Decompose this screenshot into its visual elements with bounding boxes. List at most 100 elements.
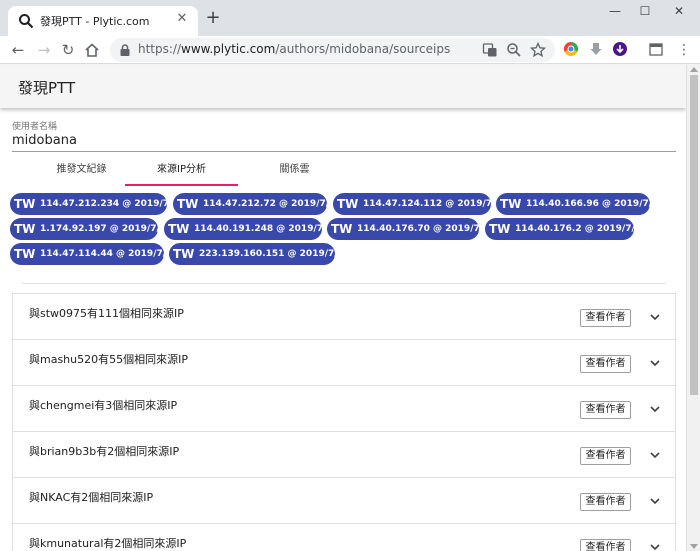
scroll-up-icon[interactable] — [690, 67, 698, 72]
zoom-icon[interactable] — [506, 42, 522, 58]
search-icon — [19, 14, 34, 29]
page-content: 發現PTT 使用者名稱 midobana 推發文紀錄 來源IP分析 關係雲 TW… — [0, 65, 686, 551]
url-prefix: https:// — [138, 42, 182, 56]
maximize-icon[interactable]: ☐ — [634, 4, 656, 20]
active-tab-indicator — [125, 184, 238, 186]
url-path: /authors/midobana/sourceips — [275, 42, 451, 56]
country-code: TW — [14, 247, 36, 261]
view-author-button[interactable]: 查看作者 — [580, 309, 631, 327]
list-item-text: 與NKAC有2個相同來源IP — [29, 491, 154, 504]
view-author-button[interactable]: 查看作者 — [580, 401, 631, 419]
ip-chip[interactable]: TW 114.47.114.44 @ 2019/7/13 — [10, 243, 179, 265]
lock-icon — [120, 44, 130, 56]
download-icon[interactable] — [588, 41, 604, 57]
scrollbar-thumb[interactable] — [690, 75, 698, 395]
username-label: 使用者名稱 — [12, 122, 58, 132]
country-code: TW — [14, 222, 36, 236]
section-tabs: 推發文紀錄 來源IP分析 關係雲 — [12, 159, 676, 187]
list-item-text: 與kmunatural有2個相同來源IP — [29, 537, 187, 550]
view-author-button[interactable]: 查看作者 — [580, 493, 631, 511]
view-author-button[interactable]: 查看作者 — [580, 539, 631, 551]
chevron-down-icon[interactable] — [649, 495, 661, 507]
app-title: 發現PTT — [18, 79, 76, 97]
ip-address: 114.40.176.2 @ 2019/7/15 — [515, 224, 648, 234]
close-window-icon[interactable]: ✕ — [668, 4, 690, 20]
username-field[interactable]: midobana — [12, 133, 77, 148]
ip-chip[interactable]: TW 114.47.124.112 @ 2019/7/20 — [333, 193, 508, 215]
ip-address: 114.47.114.44 @ 2019/7/13 — [40, 249, 179, 259]
address-bar[interactable]: https://www.plytic.com/authors/midobana/… — [110, 38, 555, 62]
tab-title: 發現PTT - Plytic.com — [40, 15, 150, 28]
ip-address: 114.40.176.70 @ 2019/7/16 — [357, 224, 496, 234]
close-icon[interactable]: ✕ — [174, 11, 190, 27]
list-item[interactable]: 與stw0975有111個相同來源IP 查看作者 — [12, 294, 676, 340]
reload-icon[interactable]: ↻ — [58, 40, 78, 60]
ip-address: 114.40.166.96 @ 2019/7/19 — [526, 199, 665, 209]
chevron-down-icon[interactable] — [649, 449, 661, 461]
app-bar: 發現PTT — [0, 65, 686, 108]
ip-chip[interactable]: TW 114.40.176.2 @ 2019/7/15 — [485, 218, 647, 240]
extension-chrome-icon[interactable] — [563, 41, 579, 57]
country-code: TW — [168, 222, 190, 236]
extension-download-icon[interactable] — [612, 41, 628, 57]
tab-strip: 發現PTT - Plytic.com ✕ + — ☐ ✕ — [0, 0, 700, 36]
tab-posting-records[interactable]: 推發文紀錄 — [25, 159, 138, 187]
ip-chip[interactable]: TW 114.40.166.96 @ 2019/7/19 — [496, 193, 665, 215]
ip-address: 1.174.92.197 @ 2019/7/18 — [40, 224, 173, 234]
tab-label: 關係雲 — [279, 164, 310, 175]
ip-address: 114.40.191.248 @ 2019/7/17 — [194, 224, 339, 234]
chevron-down-icon[interactable] — [649, 541, 661, 551]
ip-chip[interactable]: TW 114.40.191.248 @ 2019/7/17 — [164, 218, 339, 240]
ip-chip[interactable]: TW 114.47.212.72 @ 2019/7/22 — [173, 193, 342, 215]
menu-icon[interactable]: ⋮ — [674, 40, 694, 60]
section-divider — [22, 283, 666, 284]
username-underline — [12, 151, 676, 152]
new-tab-button[interactable]: + — [204, 9, 222, 27]
scroll-down-icon[interactable] — [690, 544, 698, 549]
tab-label: 推發文紀錄 — [56, 164, 107, 175]
ip-chip[interactable]: TW 1.174.92.197 @ 2019/7/18 — [10, 218, 172, 240]
browser-tab[interactable]: 發現PTT - Plytic.com ✕ — [8, 6, 198, 36]
chevron-down-icon[interactable] — [649, 403, 661, 415]
country-code: TW — [489, 222, 511, 236]
list-item[interactable]: 與brian9b3b有2個相同來源IP 查看作者 — [12, 432, 676, 478]
country-code: TW — [14, 197, 36, 211]
ip-chip[interactable]: TW 223.139.160.151 @ 2019/7/12 — [169, 243, 350, 265]
browser-window: 發現PTT - Plytic.com ✕ + — ☐ ✕ ← → ↻ https… — [0, 0, 700, 551]
ip-chip[interactable]: TW 114.47.212.234 @ 2019/7/23 — [10, 193, 185, 215]
list-item[interactable]: 與kmunatural有2個相同來源IP 查看作者 — [12, 524, 676, 551]
forward-icon[interactable]: → — [34, 40, 54, 60]
star-icon[interactable] — [530, 42, 546, 58]
translate-icon[interactable] — [482, 42, 498, 58]
home-icon[interactable] — [84, 42, 100, 58]
url-host: www.plytic.com — [181, 42, 276, 56]
view-author-button[interactable]: 查看作者 — [580, 447, 631, 465]
list-item[interactable]: 與NKAC有2個相同來源IP 查看作者 — [12, 478, 676, 524]
list-item-text: 與mashu520有55個相同來源IP — [29, 353, 188, 366]
tab-source-ip[interactable]: 來源IP分析 — [125, 159, 238, 187]
ip-address: 114.47.212.234 @ 2019/7/23 — [40, 199, 185, 209]
shared-ip-author-list: 與stw0975有111個相同來源IP 查看作者 與mashu520有55個相同… — [12, 293, 676, 551]
chevron-down-icon[interactable] — [649, 311, 661, 323]
page-scrollbar[interactable] — [686, 65, 700, 551]
chevron-down-icon[interactable] — [649, 357, 661, 369]
country-code: TW — [337, 197, 359, 211]
ip-address: 114.47.212.72 @ 2019/7/22 — [203, 199, 342, 209]
tab-relation-cloud[interactable]: 關係雲 — [238, 159, 351, 187]
ip-address: 114.47.124.112 @ 2019/7/20 — [363, 199, 508, 209]
list-item-text: 與brian9b3b有2個相同來源IP — [29, 445, 180, 458]
list-item[interactable]: 與mashu520有55個相同來源IP 查看作者 — [12, 340, 676, 386]
country-code: TW — [500, 197, 522, 211]
country-code: TW — [173, 247, 195, 261]
country-code: TW — [331, 222, 353, 236]
country-code: TW — [177, 197, 199, 211]
url-text: https://www.plytic.com/authors/midobana/… — [138, 42, 450, 56]
minimize-icon[interactable]: — — [604, 4, 626, 20]
ip-chip[interactable]: TW 114.40.176.70 @ 2019/7/16 — [327, 218, 496, 240]
profile-icon[interactable] — [648, 41, 664, 57]
back-icon[interactable]: ← — [8, 40, 28, 60]
ip-address: 223.139.160.151 @ 2019/7/12 — [199, 249, 351, 259]
list-item[interactable]: 與chengmei有3個相同來源IP 查看作者 — [12, 386, 676, 432]
view-author-button[interactable]: 查看作者 — [580, 355, 631, 373]
list-item-text: 與stw0975有111個相同來源IP — [29, 307, 184, 320]
